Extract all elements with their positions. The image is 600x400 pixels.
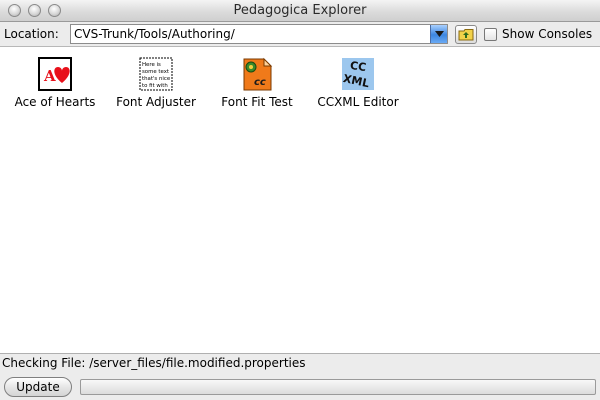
svg-text:that's nice: that's nice bbox=[142, 76, 171, 82]
item-label: Font Adjuster bbox=[116, 95, 196, 109]
location-input[interactable]: CVS-Trunk/Tools/Authoring/ bbox=[74, 27, 235, 41]
item-label: Font Fit Test bbox=[221, 95, 293, 109]
list-item-font-adjuster[interactable]: Here is some text that's nice to fit wit… bbox=[111, 57, 201, 109]
svg-text:to fit with: to fit with bbox=[142, 83, 168, 89]
folder-up-icon bbox=[458, 29, 474, 41]
title-bar[interactable]: Pedagogica Explorer bbox=[0, 0, 600, 22]
ccxml-editor-icon: CC XML bbox=[342, 58, 374, 90]
show-consoles-checkbox[interactable] bbox=[484, 28, 497, 41]
item-label: CCXML Editor bbox=[317, 95, 399, 109]
parent-folder-button[interactable] bbox=[455, 25, 477, 44]
ace-of-hearts-icon: A bbox=[38, 57, 72, 91]
update-button[interactable]: Update bbox=[4, 377, 72, 397]
svg-text:some text: some text bbox=[142, 69, 169, 75]
svg-text:CC: CC bbox=[349, 59, 367, 74]
location-dropdown-button[interactable] bbox=[430, 25, 447, 43]
item-label: Ace of Hearts bbox=[14, 95, 96, 109]
update-progress-bar bbox=[80, 379, 596, 395]
file-browser-area[interactable]: A Ace of Hearts Here is some text that's… bbox=[0, 47, 600, 353]
svg-text:cc: cc bbox=[254, 77, 266, 88]
status-message: Checking File: /server_files/file.modifi… bbox=[2, 356, 306, 370]
list-item-font-fit-test[interactable]: cc Font Fit Test bbox=[212, 57, 302, 109]
location-toolbar: Location: CVS-Trunk/Tools/Authoring/ Sho… bbox=[0, 22, 600, 47]
list-item-ccxml-editor[interactable]: CC XML CCXML Editor bbox=[313, 57, 403, 109]
status-bar: Checking File: /server_files/file.modifi… bbox=[0, 353, 600, 400]
svg-text:A: A bbox=[43, 67, 56, 85]
location-label: Location: bbox=[4, 27, 59, 41]
font-adjuster-icon: Here is some text that's nice to fit wit… bbox=[139, 57, 173, 91]
window-title: Pedagogica Explorer bbox=[233, 3, 367, 18]
location-combo[interactable]: CVS-Trunk/Tools/Authoring/ bbox=[70, 24, 448, 44]
list-item-ace-of-hearts[interactable]: A Ace of Hearts bbox=[10, 57, 100, 109]
explorer-window: Pedagogica Explorer Location: CVS-Trunk/… bbox=[0, 0, 600, 400]
chevron-down-icon bbox=[435, 31, 444, 37]
font-fit-test-icon: cc bbox=[243, 57, 273, 91]
show-consoles-label: Show Consoles bbox=[502, 27, 593, 41]
svg-text:Here is: Here is bbox=[142, 62, 161, 68]
